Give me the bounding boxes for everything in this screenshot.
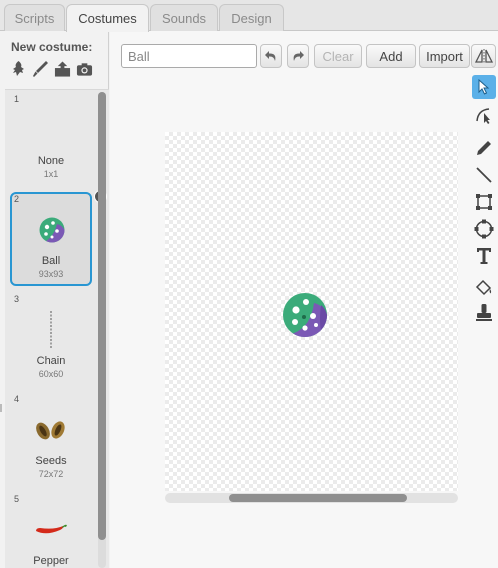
costume-number: 5 — [14, 494, 20, 504]
costume-size: 93x93 — [38, 269, 64, 279]
fill-tool[interactable] — [472, 276, 496, 300]
new-costume-buttons — [10, 60, 93, 78]
costume-item-seeds[interactable]: 4 Seeds 72x72 — [10, 392, 92, 486]
tab-design[interactable]: Design — [219, 4, 284, 31]
costume-item-ball[interactable]: 2 Ball 93x93 ✕ — [10, 190, 107, 286]
ball-costume-image[interactable] — [281, 291, 329, 339]
canvas-scroll-thumb[interactable] — [229, 494, 407, 502]
costume-number: 3 — [14, 294, 20, 304]
seeds-thumbnail — [31, 410, 71, 450]
stamp-tool[interactable] — [472, 301, 496, 325]
select-arrow-icon — [478, 79, 490, 95]
paint-bucket-icon — [475, 279, 492, 296]
costume-name: Seeds — [35, 455, 67, 467]
costume-name: None — [37, 155, 65, 167]
tab-bar: Scripts Costumes Sounds Design — [0, 0, 498, 32]
costume-number: 2 — [14, 194, 20, 204]
undo-icon — [265, 51, 276, 61]
line-icon — [476, 167, 492, 183]
paint-new-costume-icon[interactable] — [10, 60, 27, 78]
costume-item-pepper[interactable]: 5 Pepper — [10, 492, 92, 568]
add-button[interactable]: Add — [366, 44, 416, 68]
costume-item-none[interactable]: 1 None 1x1 — [10, 92, 92, 186]
reshape-icon — [476, 108, 490, 124]
reshape-tool[interactable] — [472, 103, 496, 127]
pencil-tool[interactable] — [472, 136, 496, 160]
costume-thumbnail — [31, 110, 71, 150]
costume-list-scroll-thumb[interactable] — [98, 92, 106, 540]
ellipse-icon — [474, 219, 494, 239]
costume-size: 60x60 — [38, 369, 64, 379]
costume-size: 72x72 — [38, 469, 64, 479]
upload-icon[interactable] — [54, 60, 71, 78]
redo-icon — [293, 51, 304, 61]
rectangle-tool[interactable] — [472, 190, 496, 214]
clear-button[interactable]: Clear — [314, 44, 362, 68]
editor-toolbar: Clear Add Import — [110, 31, 498, 81]
tab-sounds[interactable]: Sounds — [150, 4, 218, 31]
costume-size: 1x1 — [43, 169, 59, 179]
undo-button[interactable] — [260, 44, 282, 68]
costume-item-chain[interactable]: 3 Chain 60x60 — [10, 292, 92, 386]
chain-thumbnail — [31, 310, 71, 350]
costume-name: Pepper — [33, 555, 69, 567]
import-button[interactable]: Import — [419, 44, 470, 68]
paint-canvas[interactable] — [165, 132, 458, 491]
ball-thumbnail — [32, 210, 72, 250]
tab-scripts[interactable]: Scripts — [4, 4, 65, 31]
tab-costumes[interactable]: Costumes — [66, 4, 149, 32]
camera-icon[interactable] — [76, 60, 93, 78]
costume-list-scrollbar[interactable] — [98, 92, 106, 568]
costume-panel: New costume: 1 None 1x1 2 Ball 93x93 3 C… — [0, 31, 109, 568]
pepper-thumbnail — [31, 510, 71, 550]
costume-number: 1 — [14, 94, 20, 104]
costume-name-input[interactable] — [121, 44, 257, 68]
costume-list: 1 None 1x1 2 Ball 93x93 ✕ — [5, 89, 109, 568]
drawing-tools — [472, 42, 496, 342]
line-tool[interactable] — [472, 163, 496, 187]
costume-name: Chain — [36, 355, 66, 367]
rectangle-icon — [476, 194, 492, 210]
text-icon — [477, 248, 491, 264]
pencil-icon — [477, 141, 491, 155]
redo-button[interactable] — [287, 44, 309, 68]
costume-name: Ball — [41, 255, 61, 267]
select-tool[interactable] — [472, 75, 496, 99]
new-costume-label: New costume: — [11, 40, 93, 54]
brush-icon[interactable] — [32, 60, 49, 78]
text-tool[interactable] — [472, 244, 496, 268]
panel-edge-marker — [0, 404, 2, 412]
paint-editor: Clear Add Import — [110, 31, 498, 568]
costume-number: 4 — [14, 394, 20, 404]
canvas-horizontal-scrollbar[interactable] — [165, 493, 458, 503]
ellipse-tool[interactable] — [472, 217, 496, 241]
stamp-icon — [476, 304, 492, 321]
